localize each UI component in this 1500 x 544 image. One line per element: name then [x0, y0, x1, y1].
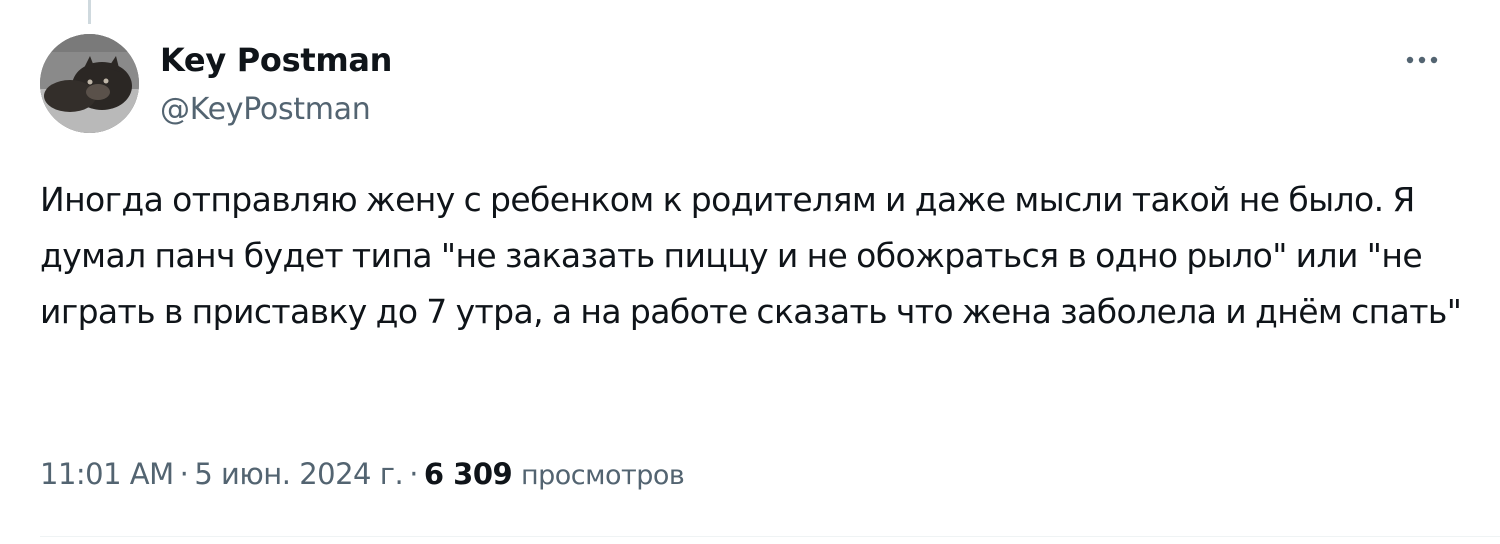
divider [40, 536, 1500, 537]
thread-connector-line [88, 0, 91, 24]
cat-avatar-icon [40, 34, 139, 133]
tweet-metadata: 11:01 AM · 5 июн. 2024 г. · 6 309 просмотров [40, 452, 685, 498]
more-horizontal-icon [1406, 56, 1438, 64]
more-options-button[interactable] [1400, 40, 1444, 80]
tweet-time[interactable]: 11:01 AM [40, 457, 174, 491]
views-label: просмотров [520, 460, 685, 491]
tweet-date[interactable]: 5 июн. 2024 г. [194, 457, 403, 491]
author-display-name[interactable]: Key Postman [160, 40, 392, 80]
tweet-text: Иногда отправляю жену с ребенком к родит… [40, 180, 1462, 331]
separator-dot: · [179, 457, 189, 491]
author-handle[interactable]: @KeyPostman [160, 90, 371, 130]
avatar[interactable] [40, 34, 139, 133]
separator-dot: · [409, 457, 418, 491]
views-count[interactable]: 6 309 [424, 457, 513, 491]
